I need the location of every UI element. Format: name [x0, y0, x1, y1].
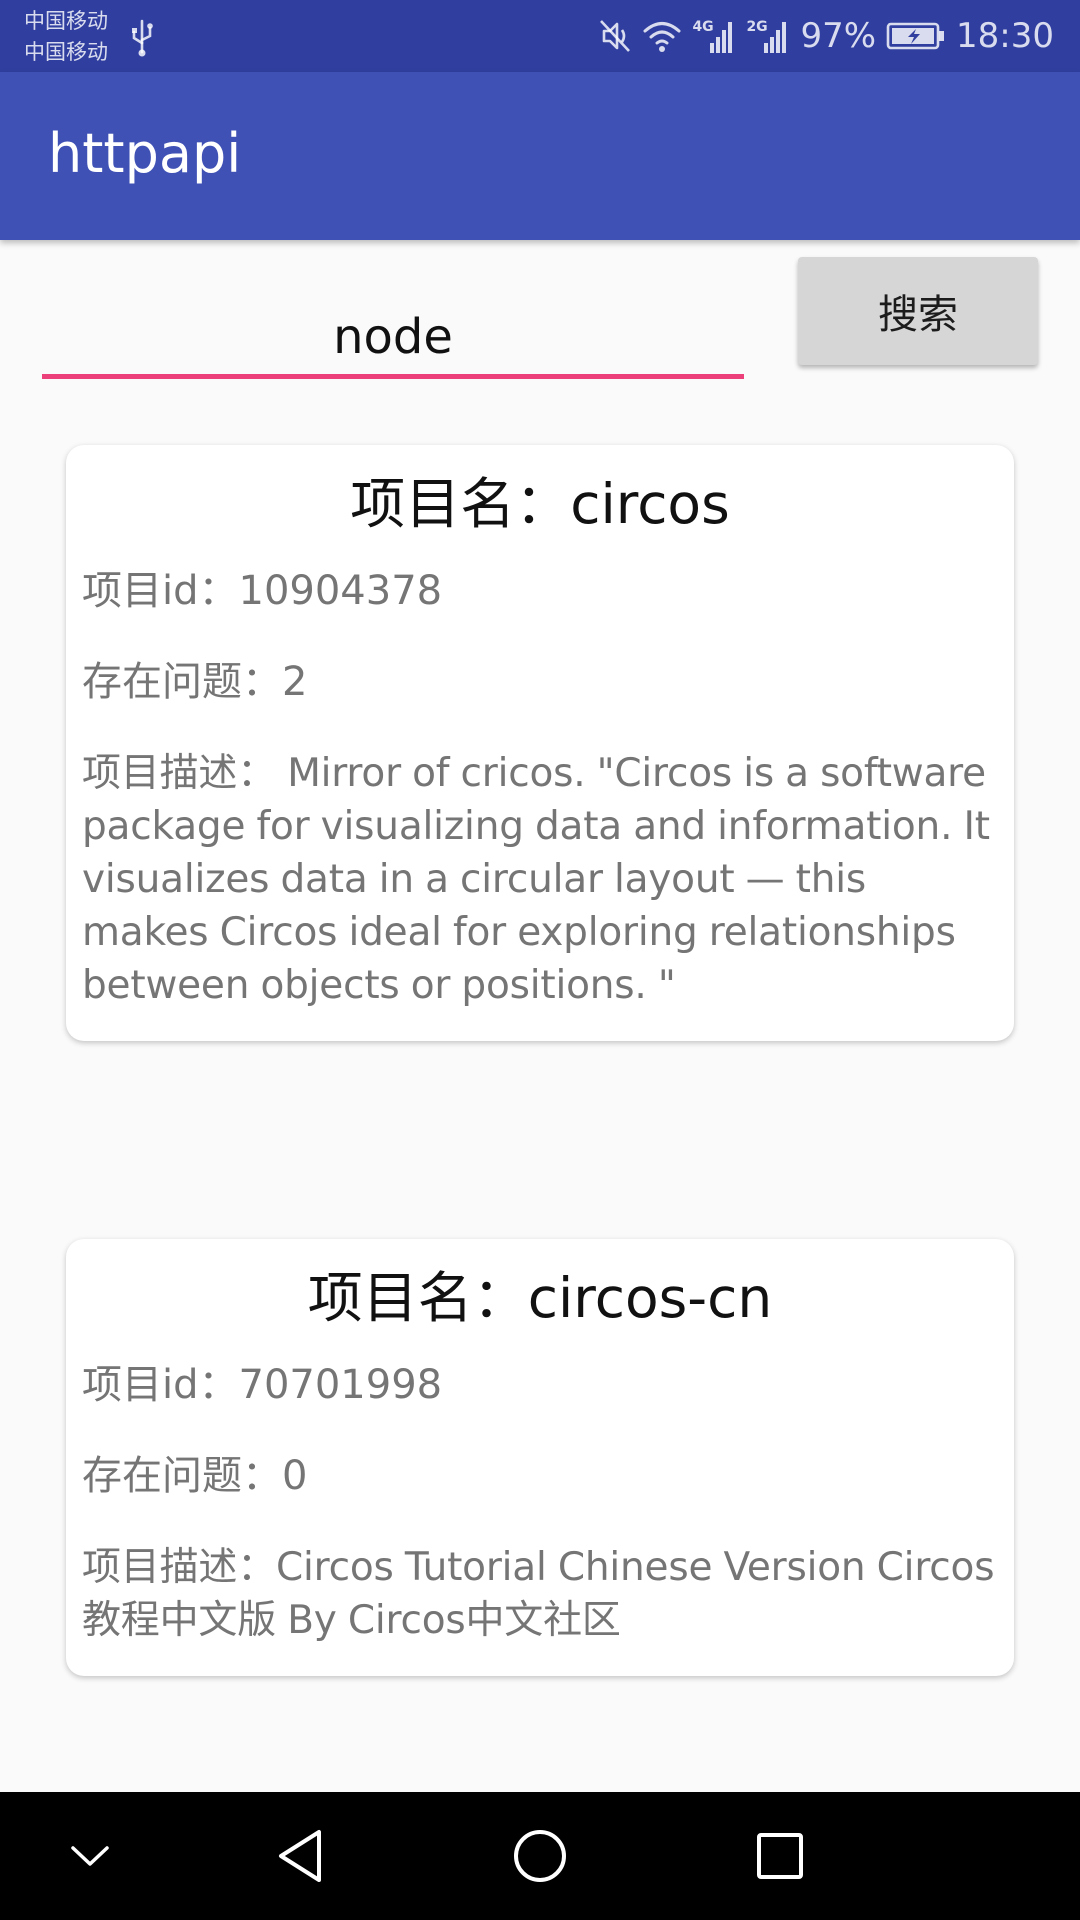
- carrier-labels: 中国移动 中国移动: [24, 6, 108, 68]
- carrier-2: 中国移动: [24, 40, 108, 64]
- signal-indicator-2: 2G: [746, 17, 790, 55]
- usb-icon: [132, 19, 153, 57]
- mute-icon: [600, 20, 631, 52]
- project-description: 项目描述：Circos Tutorial Chinese Version Cir…: [82, 1545, 995, 1643]
- hide-keyboard-icon: [71, 1846, 109, 1866]
- app-title: httpapi: [48, 122, 242, 185]
- network-type-1: 4G: [692, 19, 714, 35]
- hide-keyboard-button[interactable]: [50, 1816, 130, 1896]
- project-issues: 存在问题：2: [82, 659, 308, 705]
- result-card[interactable]: 项目名：circos-cn 项目id：70701998 存在问题：0 项目描述：…: [66, 1239, 1014, 1676]
- status-bar: 中国移动 中国移动 4G 2G 97% 18:30: [0, 0, 1080, 72]
- project-name: 项目名：circos-cn: [307, 1266, 773, 1330]
- home-button[interactable]: [500, 1816, 580, 1896]
- battery-percent: 97%: [800, 16, 877, 56]
- project-name: 项目名：circos: [350, 472, 730, 536]
- back-icon: [279, 1830, 321, 1882]
- project-issues: 存在问题：0: [82, 1453, 308, 1499]
- back-button[interactable]: [260, 1816, 340, 1896]
- project-id: 项目id：70701998: [82, 1362, 443, 1408]
- recents-button[interactable]: [740, 1816, 820, 1896]
- recents-icon: [757, 1833, 803, 1879]
- app-bar: httpapi: [0, 72, 1080, 240]
- home-icon: [514, 1830, 566, 1882]
- result-card[interactable]: 项目名：circos 项目id：10904378 存在问题：2 项目描述： Mi…: [66, 445, 1014, 1041]
- wifi-icon: [643, 22, 681, 52]
- network-type-2: 2G: [746, 19, 768, 35]
- clock: 18:30: [956, 16, 1054, 56]
- carrier-1: 中国移动: [24, 9, 108, 33]
- project-description: 项目描述： Mirror of cricos. "Circos is a sof…: [82, 751, 990, 1008]
- signal-indicator-1: 4G: [692, 17, 736, 55]
- battery-charging-icon: [886, 22, 945, 50]
- navigation-bar: [0, 1792, 1080, 1920]
- search-button[interactable]: 搜索: [798, 257, 1038, 365]
- search-input[interactable]: [42, 300, 744, 379]
- project-id: 项目id：10904378: [82, 568, 443, 614]
